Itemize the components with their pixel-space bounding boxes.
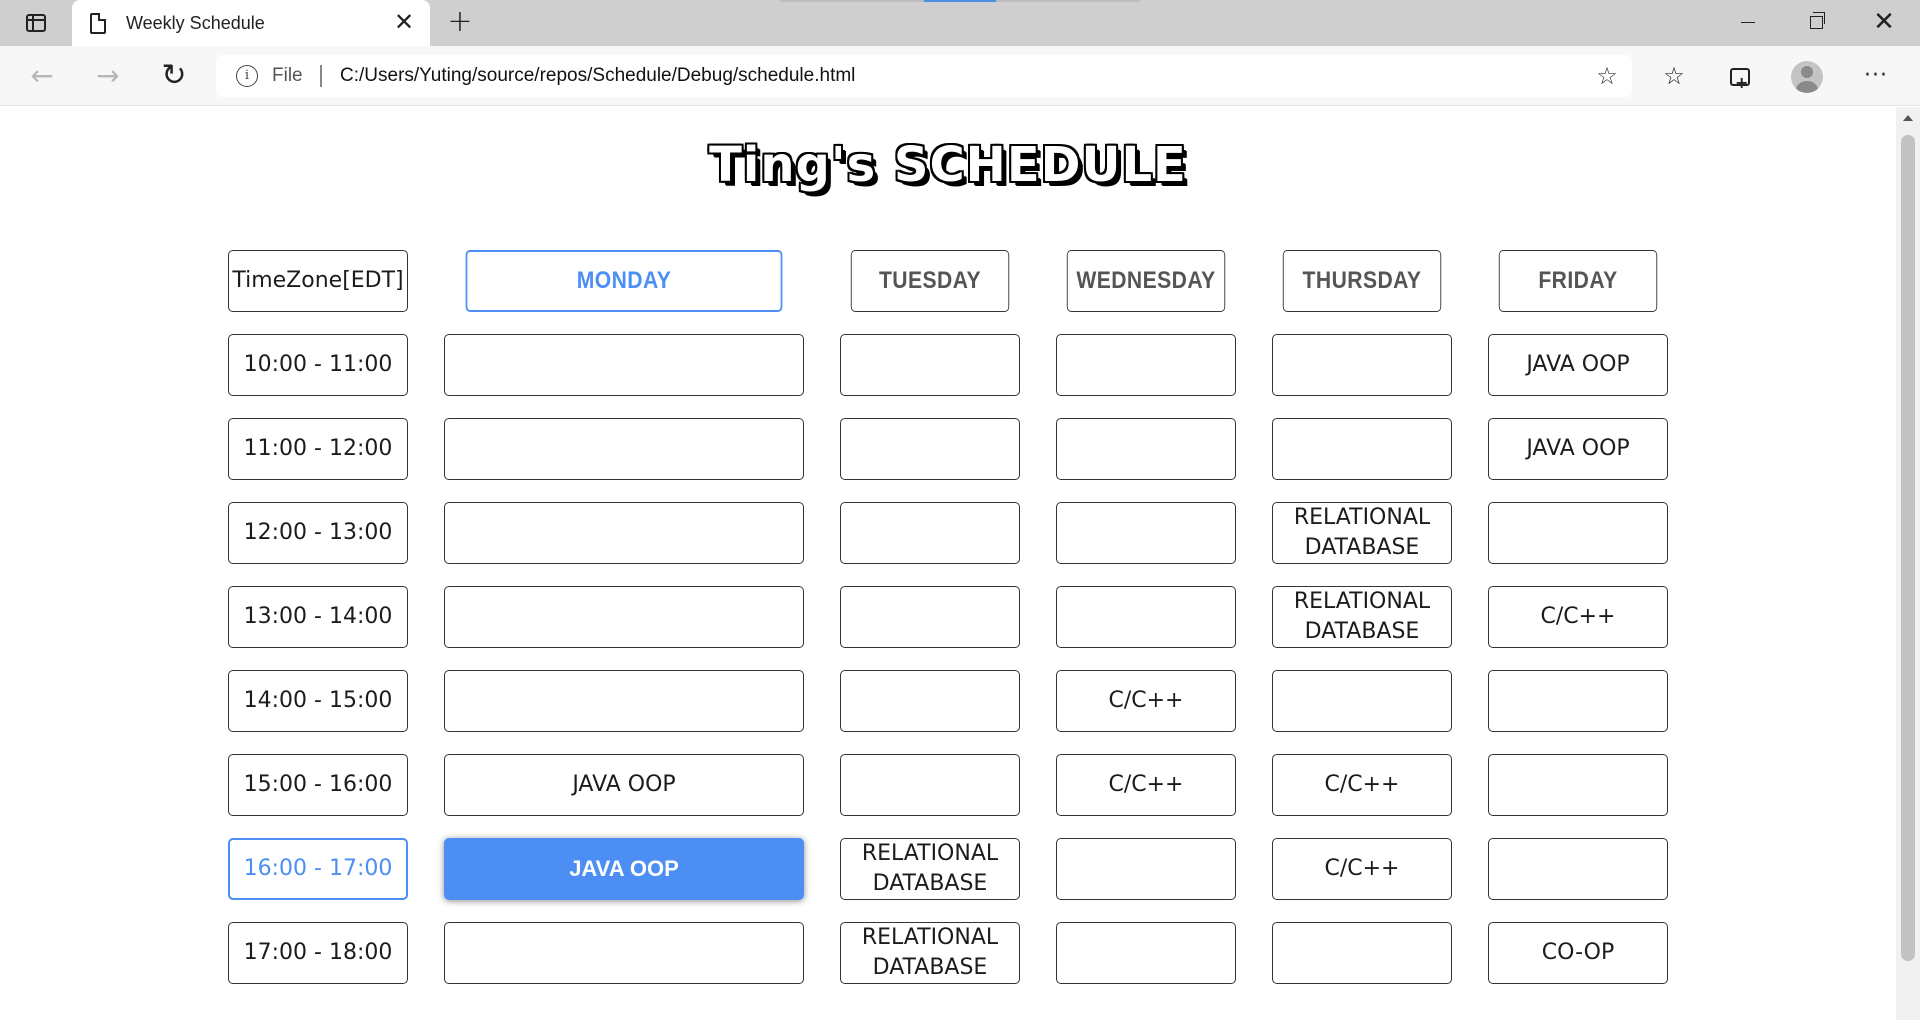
vertical-scrollbar[interactable]: [1896, 107, 1920, 1020]
schedule-cell[interactable]: RELATIONAL DATABASE: [1272, 586, 1452, 648]
time-slot-cell[interactable]: 16:00 - 17:00: [228, 838, 408, 900]
collections-button[interactable]: [1722, 58, 1758, 101]
tab-weekly-schedule[interactable]: Weekly Schedule ✕: [72, 0, 430, 46]
collections-icon: [1730, 65, 1750, 101]
reload-button[interactable]: ↻: [156, 58, 192, 94]
close-window-button[interactable]: ✕: [1850, 0, 1918, 44]
tab-strip-indicator: [924, 0, 996, 2]
scroll-up-arrow-icon[interactable]: [1903, 115, 1913, 121]
url-scheme: File: [272, 65, 303, 86]
address-bar[interactable]: i File C:/Users/Yuting/source/repos/Sche…: [216, 55, 1632, 97]
day-header-tuesday[interactable]: TUESDAY: [850, 250, 1010, 312]
schedule-cell[interactable]: [444, 586, 804, 648]
schedule-cell[interactable]: [1056, 334, 1236, 396]
close-tab-icon[interactable]: ✕: [392, 10, 416, 34]
add-favorite-icon[interactable]: ☆: [1594, 63, 1620, 89]
time-slot-cell[interactable]: 17:00 - 18:00: [228, 922, 408, 984]
time-slot-cell[interactable]: 14:00 - 15:00: [228, 670, 408, 732]
schedule-cell[interactable]: JAVA OOP: [444, 754, 804, 816]
schedule-cell[interactable]: RELATIONAL DATABASE: [1272, 502, 1452, 564]
schedule-cell[interactable]: [1488, 838, 1668, 900]
schedule-cell[interactable]: [1272, 418, 1452, 480]
restore-icon: [1809, 11, 1825, 29]
favorites-button[interactable]: ☆: [1656, 58, 1692, 94]
schedule-cell[interactable]: [840, 586, 1020, 648]
time-slot-cell[interactable]: 10:00 - 11:00: [228, 334, 408, 396]
new-tab-button[interactable]: +: [444, 7, 476, 39]
schedule-cell[interactable]: C/C++: [1056, 670, 1236, 732]
day-header-monday[interactable]: MONDAY: [465, 250, 783, 312]
url-separator: [320, 65, 322, 87]
schedule-cell[interactable]: [444, 334, 804, 396]
page-viewport: Ting's SCHEDULE TimeZone[EDT] MONDAY TUESD…: [0, 107, 1896, 1020]
time-slot-cell[interactable]: 13:00 - 14:00: [228, 586, 408, 648]
day-header-thursday[interactable]: THURSDAY: [1282, 250, 1442, 312]
schedule-cell[interactable]: [840, 502, 1020, 564]
schedule-cell[interactable]: RELATIONAL DATABASE: [840, 838, 1020, 900]
schedule-cell[interactable]: [1056, 502, 1236, 564]
minimize-button[interactable]: [1714, 0, 1782, 44]
day-header-friday[interactable]: FRIDAY: [1498, 250, 1658, 312]
schedule-cell[interactable]: [1056, 418, 1236, 480]
schedule-cell[interactable]: C/C++: [1056, 754, 1236, 816]
schedule-cell[interactable]: [1272, 922, 1452, 984]
schedule-cell[interactable]: [840, 670, 1020, 732]
tab-title: Weekly Schedule: [126, 13, 265, 33]
time-slot-cell[interactable]: 11:00 - 12:00: [228, 418, 408, 480]
schedule-cell[interactable]: JAVA OOP: [1488, 418, 1668, 480]
forward-button[interactable]: →: [90, 58, 126, 94]
schedule-cell[interactable]: [1488, 670, 1668, 732]
schedule-cell[interactable]: CO-OP: [1488, 922, 1668, 984]
schedule-cell[interactable]: RELATIONAL DATABASE: [840, 922, 1020, 984]
info-icon[interactable]: i: [236, 65, 258, 87]
schedule-cell[interactable]: JAVA OOP: [1488, 334, 1668, 396]
document-icon: [90, 13, 106, 34]
schedule-cell[interactable]: [840, 334, 1020, 396]
tab-actions-button[interactable]: [14, 8, 58, 38]
schedule-cell[interactable]: [840, 418, 1020, 480]
schedule-cell[interactable]: [444, 418, 804, 480]
schedule-cell[interactable]: [1056, 586, 1236, 648]
tab-actions-icon: [26, 14, 46, 32]
schedule-cell[interactable]: [1272, 334, 1452, 396]
schedule-cell[interactable]: C/C++: [1272, 754, 1452, 816]
back-button[interactable]: ←: [24, 58, 60, 94]
browser-toolbar: ← → ↻ i File C:/Users/Yuting/source/repo…: [0, 46, 1920, 106]
schedule-cell[interactable]: C/C++: [1272, 838, 1452, 900]
restore-button[interactable]: [1782, 0, 1850, 44]
day-header-wednesday[interactable]: WEDNESDAY: [1066, 250, 1226, 312]
schedule-cell[interactable]: [1488, 754, 1668, 816]
url-text[interactable]: C:/Users/Yuting/source/repos/Schedule/De…: [340, 65, 855, 87]
timezone-header[interactable]: TimeZone[EDT]: [228, 250, 408, 312]
page-title: Ting's SCHEDULE: [709, 137, 1187, 193]
schedule-cell[interactable]: [1272, 670, 1452, 732]
tab-bar: Weekly Schedule ✕ + ✕: [0, 0, 1920, 46]
time-slot-cell[interactable]: 15:00 - 16:00: [228, 754, 408, 816]
scrollbar-thumb[interactable]: [1901, 135, 1915, 961]
minimize-icon: [1741, 21, 1755, 23]
schedule-cell[interactable]: C/C++: [1488, 586, 1668, 648]
schedule-cell[interactable]: [444, 502, 804, 564]
schedule-cell[interactable]: [444, 670, 804, 732]
schedule-cell[interactable]: [1488, 502, 1668, 564]
profile-avatar[interactable]: [1791, 61, 1823, 93]
schedule-cell[interactable]: [1056, 838, 1236, 900]
schedule-cell[interactable]: [1056, 922, 1236, 984]
more-menu-button[interactable]: ···: [1858, 58, 1894, 94]
schedule-cell[interactable]: [444, 922, 804, 984]
time-slot-cell[interactable]: 12:00 - 13:00: [228, 502, 408, 564]
schedule-cell[interactable]: [840, 754, 1020, 816]
schedule-cell[interactable]: JAVA OOP: [444, 838, 804, 900]
